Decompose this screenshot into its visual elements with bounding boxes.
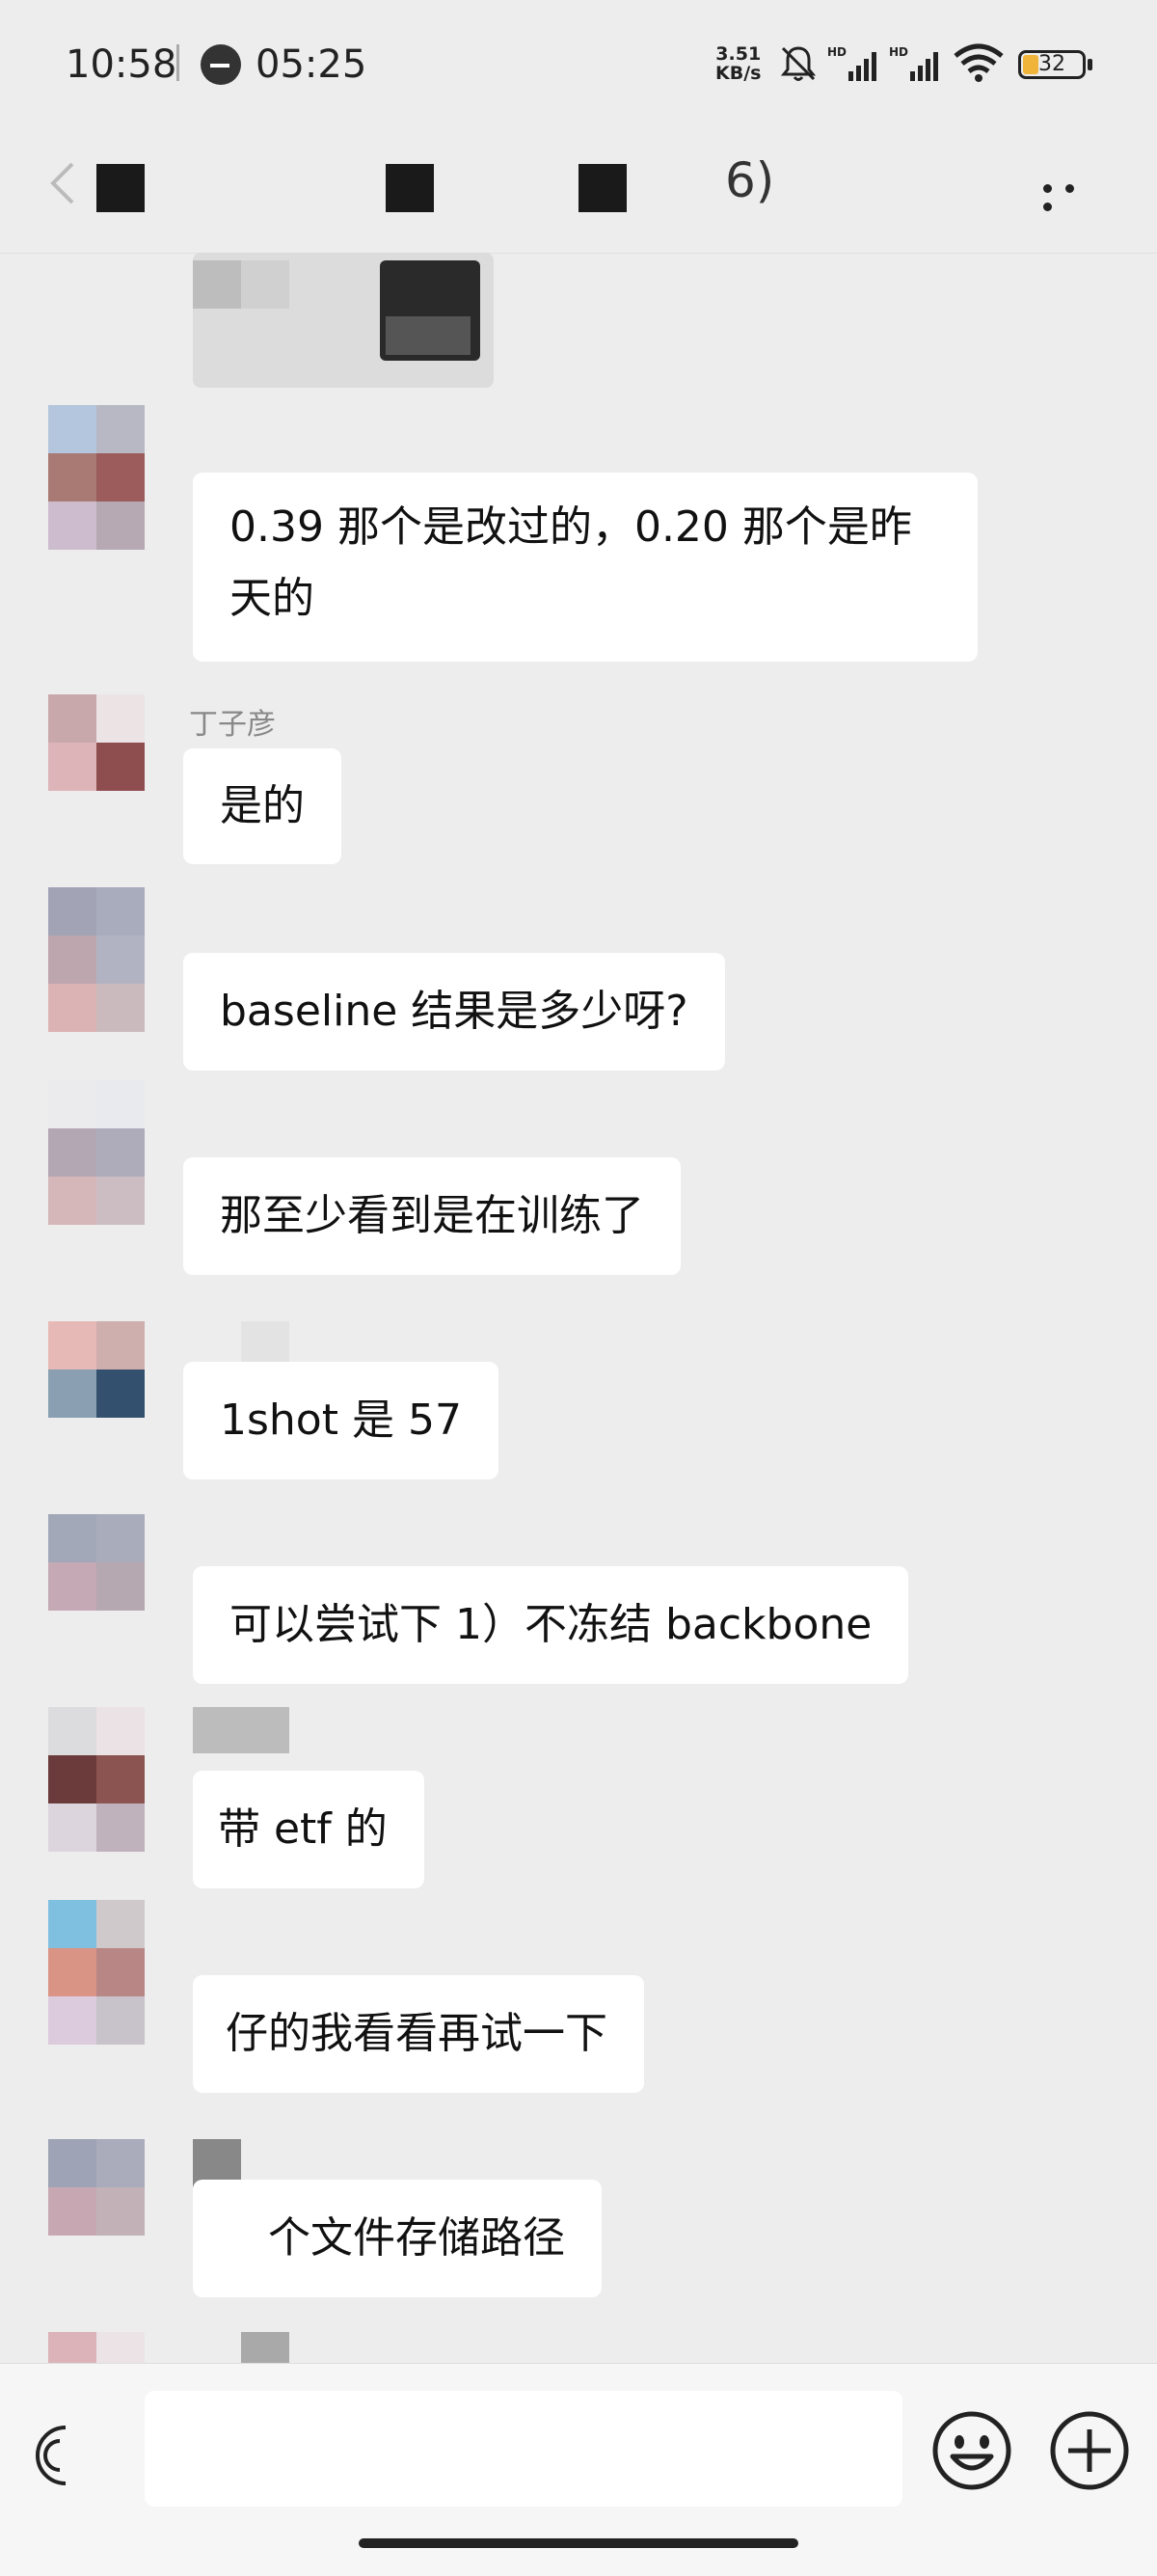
message-bubble[interactable]: 1shot 是 57 [183,1362,498,1479]
message-bubble[interactable]: 可以尝试下 1）不冻结 backbone [193,1566,909,1684]
status-clock-time: 05:25 [256,42,367,87]
more-horizontal-icon[interactable] [1043,178,1101,211]
message-bubble[interactable]: 带 etf 的 [193,1771,424,1888]
battery-indicator: 32 [1018,50,1086,79]
redacted-sender-name [241,2332,289,2363]
redacted-sender-name [193,1707,289,1753]
avatar[interactable] [48,887,145,1032]
image-message[interactable] [193,253,494,388]
avatar[interactable] [48,1707,145,1852]
sender-name: 丁子彦 [189,708,276,742]
message-text: 1shot 是 57 [220,1396,462,1445]
notification-muted-icon [780,46,817,81]
svg-text:HD: HD [827,45,847,59]
avatar[interactable] [48,1321,145,1418]
message-text: 带 etf 的 [218,1804,388,1854]
message-bubble[interactable]: 那至少看到是在训练了 [183,1157,681,1275]
avatar[interactable] [48,1900,145,2045]
network-speed-unit: KB/s [715,63,762,84]
svg-text:HD: HD [889,45,908,59]
avatar[interactable] [48,1080,145,1225]
voice-icon[interactable] [27,2422,75,2489]
redacted-title-block [386,164,434,212]
chat-title: 6) [725,152,775,208]
network-speed: 3.51 KB/s [715,44,761,83]
battery-level [1023,55,1038,74]
message-input[interactable] [145,2391,902,2507]
message-bubble[interactable]: baseline 结果是多少呀? [183,953,725,1071]
message-bubble[interactable]: 仔的我看看再试一下 [193,1975,644,2093]
redacted-title-block [96,164,145,212]
battery-percent: 32 [1038,52,1065,76]
redacted-title-block [578,164,627,212]
avatar[interactable] [48,2332,145,2363]
avatar[interactable] [48,405,145,550]
redacted-sender-name [241,1321,289,1368]
chat-header: 6) [0,125,1157,254]
home-indicator[interactable] [359,2538,798,2548]
message-text: 是的 [220,781,305,830]
signal-icon-2: HD [889,45,938,81]
avatar[interactable] [48,1514,145,1611]
battery-tip [1088,59,1092,70]
message-bubble[interactable]: 是的 [183,748,341,864]
avatar[interactable] [48,2139,145,2236]
status-time: 10:58 [66,42,177,87]
message-text: 0.39 那个是改过的，0.20 那个是昨天的 [229,502,912,623]
message-bubble[interactable]: 0.39 那个是改过的，0.20 那个是昨天的 [193,473,978,662]
network-speed-value: 3.51 [715,43,762,65]
wifi-icon [954,43,1004,82]
message-text: 那至少看到是在训练了 [220,1191,644,1240]
clock-icon [201,44,241,85]
signal-icon: HD [827,45,876,81]
message-bubble[interactable]: 个文件存储路径 [193,2180,602,2297]
message-text: baseline 结果是多少呀? [220,987,688,1036]
message-text: 可以尝试下 1）不冻结 backbone [229,1600,873,1649]
status-separator [176,44,179,81]
status-bar: 10:58 05:25 3.51 KB/s HD HD 32 [0,0,1157,125]
avatar[interactable] [48,694,145,791]
chevron-left-icon[interactable] [43,154,82,212]
message-text: 仔的我看看再试一下 [226,2009,607,2058]
emoji-icon[interactable] [931,2410,1012,2491]
plus-icon[interactable] [1049,2410,1130,2491]
message-text: 个文件存储路径 [268,2213,565,2263]
